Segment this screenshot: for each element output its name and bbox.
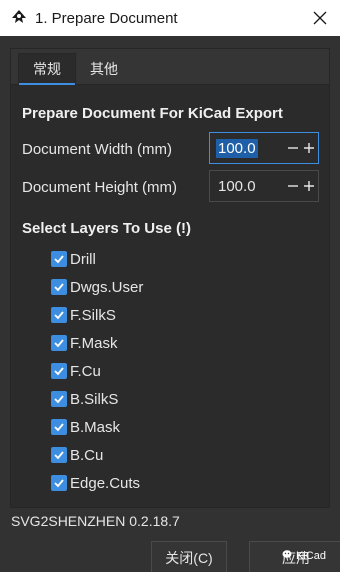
checkbox-checked-icon[interactable] [51, 419, 67, 435]
layer-checkbox-f-silks[interactable]: F.SilkS [51, 303, 116, 327]
tab-other-label: 其他 [90, 60, 118, 77]
layer-checkbox-b-cu[interactable]: B.Cu [51, 443, 103, 467]
layer-label: B.Cu [70, 446, 104, 464]
section-title-export: Prepare Document For KiCad Export [22, 105, 283, 122]
plus-icon[interactable] [302, 176, 316, 196]
close-button[interactable]: 关闭(C) [151, 541, 227, 572]
section-title-layers: Select Layers To Use (!) [22, 220, 191, 237]
layer-checkbox-f-mask[interactable]: F.Mask [51, 331, 118, 355]
document-height-label: Document Height (mm) [22, 179, 178, 196]
tab-general-label: 常规 [33, 61, 61, 77]
layer-label: F.SilkS [70, 306, 116, 324]
layer-label: F.Cu [70, 362, 101, 380]
layer-label: Edge.Cuts [70, 474, 141, 492]
settings-panel: 常规 其他 Prepare Document For KiCad Export … [10, 48, 330, 508]
layer-checkbox-edge-cuts[interactable]: Edge.Cuts [51, 471, 140, 495]
document-height-value[interactable]: 100.0 [216, 177, 258, 196]
layer-label: B.Mask [70, 418, 121, 436]
close-icon[interactable] [306, 4, 334, 32]
checkbox-checked-icon[interactable] [51, 447, 67, 463]
layer-label: F.Mask [70, 334, 118, 352]
document-width-label: Document Width (mm) [22, 141, 173, 158]
inkscape-icon [9, 8, 29, 28]
watermark-text: KiCad [296, 549, 326, 562]
window-titlebar: 1. Prepare Document [0, 0, 340, 36]
checkbox-checked-icon[interactable] [51, 279, 67, 295]
tab-bar: 常规 其他 [11, 49, 329, 85]
close-button-label: 关闭(C) [165, 550, 213, 566]
checkbox-checked-icon[interactable] [51, 391, 67, 407]
minus-icon[interactable] [286, 138, 300, 158]
tab-other[interactable]: 其他 [76, 53, 132, 84]
checkbox-checked-icon[interactable] [51, 307, 67, 323]
minus-icon[interactable] [286, 176, 300, 196]
window-title: 1. Prepare Document [35, 9, 178, 27]
watermark: KiCad [282, 549, 326, 562]
layer-checkbox-b-silks[interactable]: B.SilkS [51, 387, 118, 411]
layer-label: Drill [70, 250, 96, 268]
checkbox-checked-icon[interactable] [51, 335, 67, 351]
tab-general[interactable]: 常规 [18, 53, 76, 85]
document-width-spinbox[interactable]: 100.0 [209, 132, 319, 164]
version-label: SVG2SHENZHEN 0.2.18.7 [11, 513, 180, 529]
layer-checkbox-f-cu[interactable]: F.Cu [51, 359, 101, 383]
document-width-value[interactable]: 100.0 [216, 138, 258, 158]
document-height-spinbox[interactable]: 100.0 [209, 170, 319, 202]
layer-checkbox-b-mask[interactable]: B.Mask [51, 415, 120, 439]
checkbox-checked-icon[interactable] [51, 475, 67, 491]
checkbox-checked-icon[interactable] [51, 363, 67, 379]
plus-icon[interactable] [302, 138, 316, 158]
layer-checkbox-dwgs-user[interactable]: Dwgs.User [51, 275, 143, 299]
layer-label: Dwgs.User [70, 278, 144, 296]
layer-checkbox-drill[interactable]: Drill [51, 247, 96, 271]
layer-label: B.SilkS [70, 390, 119, 408]
wechat-icon [282, 549, 294, 562]
checkbox-checked-icon[interactable] [51, 251, 67, 267]
